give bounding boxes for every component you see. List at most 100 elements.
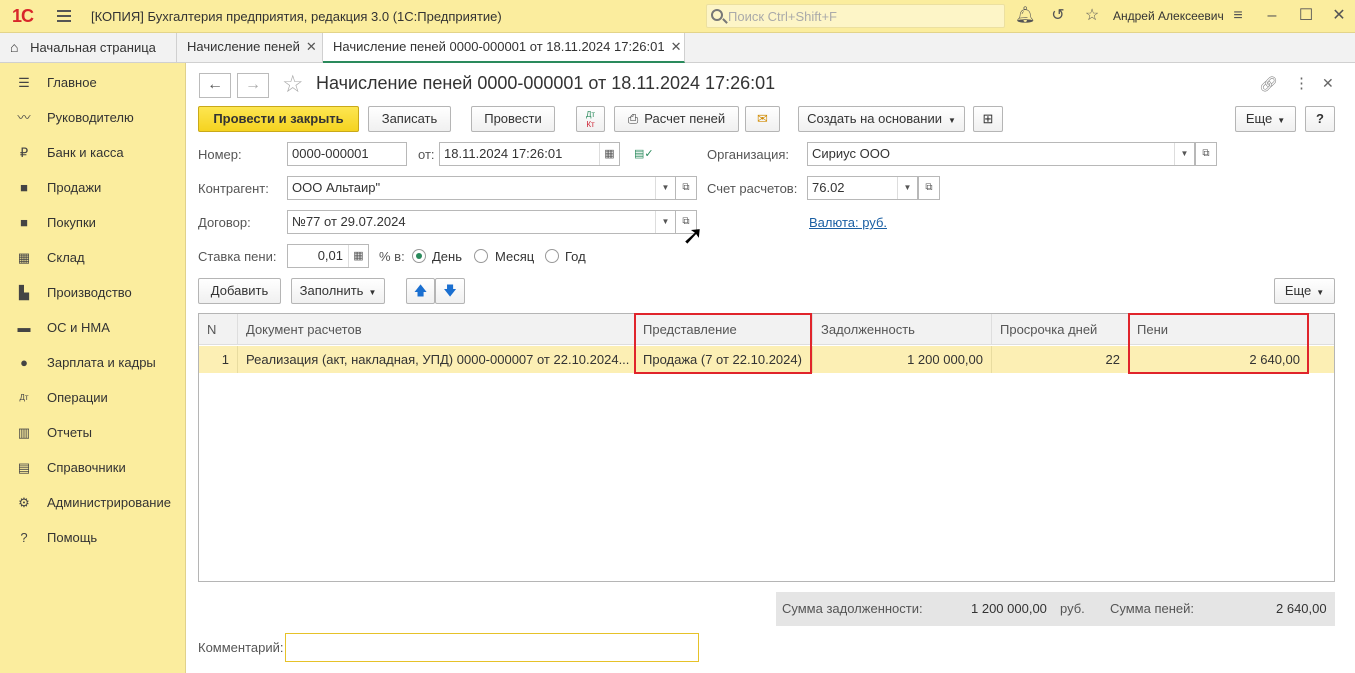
close-window-icon[interactable]: ✕ xyxy=(1330,7,1348,25)
contract-field[interactable]: №77 от 29.07.2024 ▼ xyxy=(287,210,676,234)
comment-label: Комментарий: xyxy=(198,640,284,655)
star-icon[interactable]: ☆ xyxy=(1083,7,1101,25)
save-button[interactable]: Записать xyxy=(368,106,451,132)
dropdown-arrow-icon[interactable]: ▼ xyxy=(655,177,675,199)
tab-penalty-list[interactable]: Начисление пеней ✕ xyxy=(177,33,323,63)
sidebar-item-reports[interactable]: ▥ Отчеты xyxy=(0,415,186,450)
sidebar-item-assets[interactable]: ▬ ОС и НМА xyxy=(0,310,186,345)
post-button[interactable]: Провести xyxy=(471,106,555,132)
back-button[interactable]: ← xyxy=(199,73,231,98)
organization-field[interactable]: Сириус ООО ▼ xyxy=(807,142,1195,166)
tab-home[interactable]: ⌂ Начальная страница xyxy=(0,33,177,63)
search-icon xyxy=(711,9,723,21)
sidebar-item-purchases[interactable]: ■ Покупки xyxy=(0,205,186,240)
title-bar: 1С [КОПИЯ] Бухгалтерия предприятия, реда… xyxy=(0,0,1355,33)
rate-field[interactable]: 0,01 ▦ xyxy=(287,244,369,268)
date-field[interactable]: 18.11.2024 17:26:01 ▦ xyxy=(439,142,620,166)
add-row-button[interactable]: Добавить xyxy=(198,278,281,304)
link-icon[interactable]: 🔗︎ xyxy=(1259,75,1278,93)
coin-icon: ₽ xyxy=(19,145,29,160)
comment-field[interactable] xyxy=(285,633,699,662)
create-based-label: Создать на основании xyxy=(807,111,942,126)
calc-penalty-button[interactable]: ⎙ Расчет пеней xyxy=(614,106,739,132)
more-button[interactable]: Еще ▼ xyxy=(1235,106,1296,132)
highlight-representation-column xyxy=(634,313,812,374)
organization-label: Организация: xyxy=(707,147,790,162)
dropdown-arrow-icon[interactable]: ▼ xyxy=(1174,143,1194,165)
home-icon: ⌂ xyxy=(10,39,19,55)
tab-penalty-document[interactable]: Начисление пеней 0000-000001 от 18.11.20… xyxy=(323,33,685,63)
sidebar-item-catalogs[interactable]: ▤ Справочники xyxy=(0,450,186,485)
forward-button[interactable]: → xyxy=(237,73,269,98)
dropdown-arrow-icon[interactable]: ▼ xyxy=(655,211,675,233)
sidebar-item-main[interactable]: ☰ Главное xyxy=(0,65,186,100)
dt-kt-button[interactable]: Дт Кт xyxy=(576,106,605,132)
sidebar-item-label: Продажи xyxy=(47,180,102,195)
help-button[interactable]: ? xyxy=(1305,106,1335,132)
hamburger-menu-icon[interactable] xyxy=(57,10,71,22)
radio-day[interactable] xyxy=(412,249,426,263)
cell-debt[interactable]: 1 200 000,00 xyxy=(813,346,992,373)
totals-panel: Сумма задолженности: 1 200 000,00 руб. С… xyxy=(776,592,1335,626)
close-tab-icon[interactable]: ✕ xyxy=(671,39,682,54)
column-header-document[interactable]: Документ расчетов xyxy=(238,314,635,345)
minimize-icon[interactable]: – xyxy=(1263,7,1281,25)
printer-icon: ⎙ xyxy=(627,111,639,126)
radio-day-label: День xyxy=(432,249,462,264)
create-based-on-button[interactable]: Создать на основании ▼ xyxy=(798,106,965,132)
calendar-icon[interactable]: ▦ xyxy=(599,143,619,165)
calculator-icon[interactable]: ▦ xyxy=(348,245,368,267)
contractor-field[interactable]: ООО Альтаир" ▼ xyxy=(287,176,676,200)
sidebar-item-operations[interactable]: Дт Операции xyxy=(0,380,186,415)
move-down-button[interactable]: 🡇 xyxy=(435,278,465,304)
close-tab-icon[interactable]: ✕ xyxy=(306,39,317,54)
sidebar-item-production[interactable]: ▙ Производство xyxy=(0,275,186,310)
post-and-close-button[interactable]: Провести и закрыть xyxy=(198,106,359,132)
open-contractor-icon[interactable]: ⧉ xyxy=(675,176,697,200)
structure-button[interactable]: ⊞ xyxy=(973,106,1003,132)
maximize-icon[interactable]: ☐ xyxy=(1297,7,1315,25)
close-document-icon[interactable]: ✕ xyxy=(1322,75,1334,92)
sidebar-item-label: Покупки xyxy=(47,215,96,230)
radio-month-label: Месяц xyxy=(495,249,535,264)
sidebar-item-manager[interactable]: 〰 Руководителю xyxy=(0,100,186,135)
sidebar-item-bank[interactable]: ₽ Банк и касса xyxy=(0,135,186,170)
cell-n[interactable]: 1 xyxy=(199,346,238,373)
date-value: 18.11.2024 17:26:01 xyxy=(444,146,563,161)
sidebar-item-help[interactable]: ? Помощь xyxy=(0,520,186,555)
bag-icon: ■ xyxy=(20,180,28,195)
bell-icon[interactable]: 🔔︎ xyxy=(1015,7,1035,25)
currency-link[interactable]: Валюта: руб. xyxy=(809,215,887,230)
sidebar-item-sales[interactable]: ■ Продажи xyxy=(0,170,186,205)
sidebar: ☰ Главное 〰 Руководителю ₽ Банк и касса ■ Пр… xyxy=(0,63,186,673)
dropdown-arrow-icon[interactable]: ▼ xyxy=(897,177,917,199)
history-icon[interactable]: ↺ xyxy=(1049,7,1067,25)
account-field[interactable]: 76.02 ▼ xyxy=(807,176,918,200)
settings-lines-icon[interactable]: ≡ xyxy=(1229,7,1247,25)
column-header-n[interactable]: N xyxy=(199,314,238,345)
penalty-total-label: Сумма пеней: xyxy=(1110,601,1195,616)
email-button[interactable]: ✉ xyxy=(745,106,780,132)
move-up-button[interactable]: 🡅 xyxy=(406,278,435,304)
fill-button[interactable]: Заполнить ▼ xyxy=(291,278,385,304)
radio-month[interactable] xyxy=(474,249,488,263)
sidebar-item-warehouse[interactable]: ▦ Склад xyxy=(0,240,186,275)
open-account-icon[interactable]: ⧉ xyxy=(918,176,940,200)
radio-year[interactable] xyxy=(545,249,559,263)
user-name[interactable]: Андрей Алексеевич xyxy=(1113,9,1224,23)
sidebar-item-admin[interactable]: ⚙ Администрирование xyxy=(0,485,186,520)
cell-document[interactable]: Реализация (акт, накладная, УПД) 0000-00… xyxy=(238,346,635,373)
sidebar-item-salary[interactable]: ● Зарплата и кадры xyxy=(0,345,186,380)
table-more-button[interactable]: Еще ▼ xyxy=(1274,278,1335,304)
column-header-debt[interactable]: Задолженность xyxy=(813,314,992,345)
sidebar-item-label: Справочники xyxy=(47,460,126,475)
more-vertical-icon[interactable]: ⋮ xyxy=(1294,74,1309,92)
cell-overdue-days[interactable]: 22 xyxy=(992,346,1129,373)
open-organization-icon[interactable]: ⧉ xyxy=(1195,142,1217,166)
favorite-star-icon[interactable]: ☆ xyxy=(282,70,304,99)
number-field[interactable]: 0000-000001 xyxy=(287,142,407,166)
global-search-input[interactable]: Поиск Ctrl+Shift+F xyxy=(706,4,1005,28)
column-header-overdue-days[interactable]: Просрочка дней xyxy=(992,314,1129,345)
tab-label: Начисление пеней xyxy=(187,39,300,54)
fill-label: Заполнить xyxy=(299,283,364,298)
